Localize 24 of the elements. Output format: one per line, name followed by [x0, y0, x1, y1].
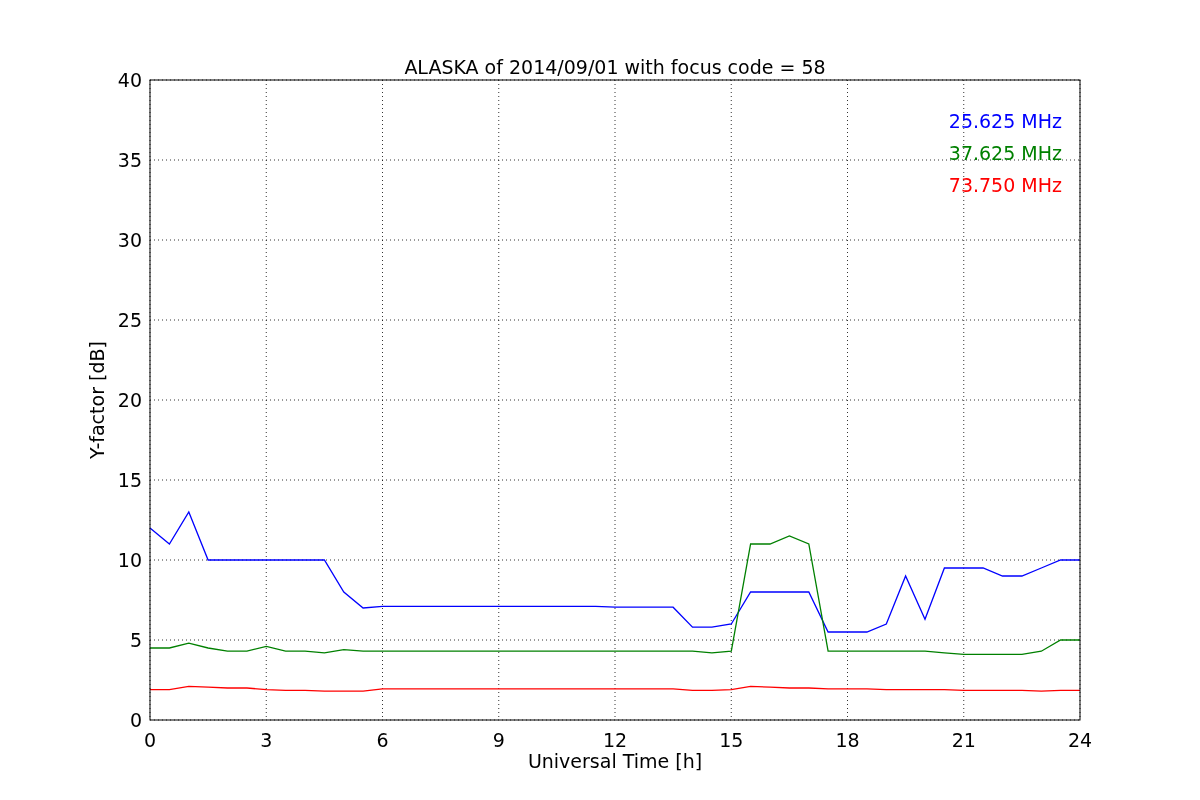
x-tick-label: 6: [376, 729, 389, 751]
x-tick-label: 3: [260, 729, 273, 751]
y-tick-label: 20: [117, 389, 142, 411]
x-tick-label: 24: [1067, 729, 1093, 751]
y-tick-label: 0: [129, 709, 142, 731]
chart-title: ALASKA of 2014/09/01 with focus code = 58: [404, 56, 826, 78]
y-tick-label: 40: [117, 69, 142, 91]
x-tick-label: 15: [719, 729, 744, 751]
x-tick-label: 0: [143, 729, 157, 751]
legend-label: 37.625 MHz: [948, 142, 1062, 164]
y-tick-label: 25: [117, 309, 142, 331]
x-tick-label: 18: [835, 729, 860, 751]
y-tick-label: 15: [117, 469, 142, 491]
x-tick-label: 12: [602, 729, 628, 751]
y-tick-label: 5: [129, 629, 142, 651]
x-tick-label: 21: [951, 729, 976, 751]
legend-label: 73.750 MHz: [948, 174, 1062, 196]
y-tick-label: 10: [117, 549, 142, 571]
x-tick-label: 9: [492, 729, 505, 751]
y-axis-label: Y-factor [dB]: [86, 341, 108, 459]
y-tick-label: 35: [117, 149, 142, 171]
y-tick-label: 30: [117, 229, 142, 251]
legend-label: 25.625 MHz: [948, 110, 1062, 132]
x-axis-label: Universal Time [h]: [527, 750, 703, 772]
